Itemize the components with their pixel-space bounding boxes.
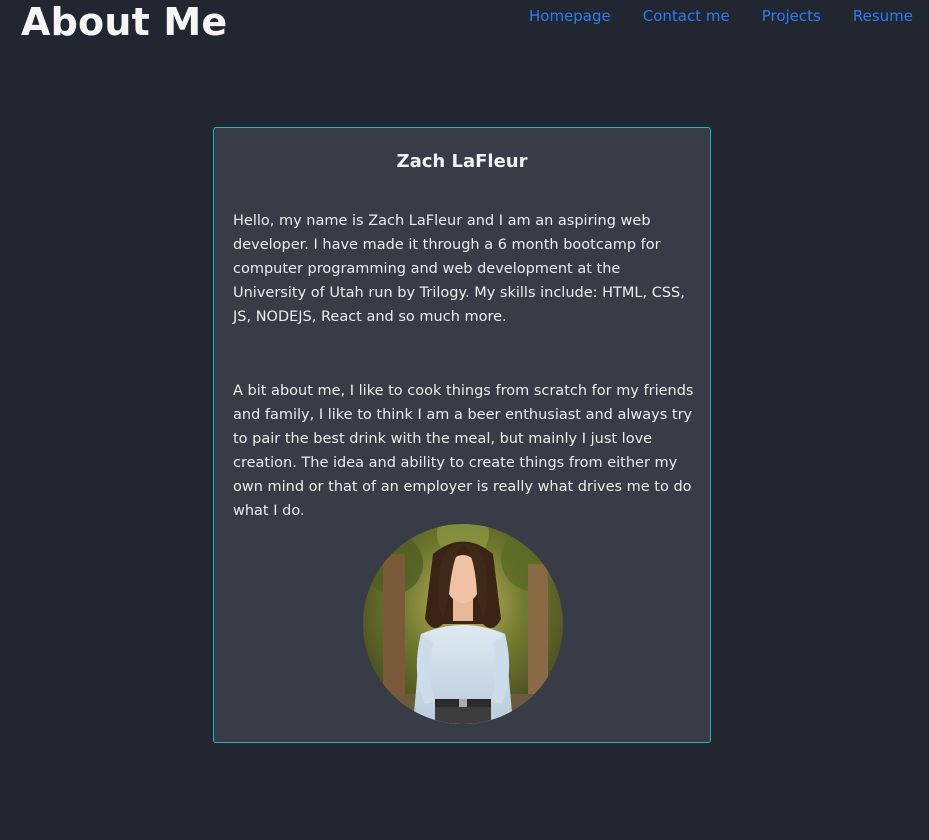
about-paragraph: A bit about me, I like to cook things fr… [233, 383, 694, 519]
nav-link-contact[interactable]: Contact me [643, 6, 730, 26]
main-nav: Homepage Contact me Projects Resume [529, 6, 913, 26]
nav-link-homepage[interactable]: Homepage [529, 6, 611, 26]
intro-paragraph: Hello, my name is Zach LaFleur and I am … [233, 213, 685, 325]
profile-photo [363, 524, 563, 724]
about-card: Zach LaFleur Hello, my name is Zach LaFl… [213, 127, 711, 743]
nav-link-projects[interactable]: Projects [762, 6, 821, 26]
page-title: About Me [21, 0, 228, 44]
profile-name: Zach LaFleur [396, 151, 528, 172]
nav-link-resume[interactable]: Resume [853, 6, 913, 26]
